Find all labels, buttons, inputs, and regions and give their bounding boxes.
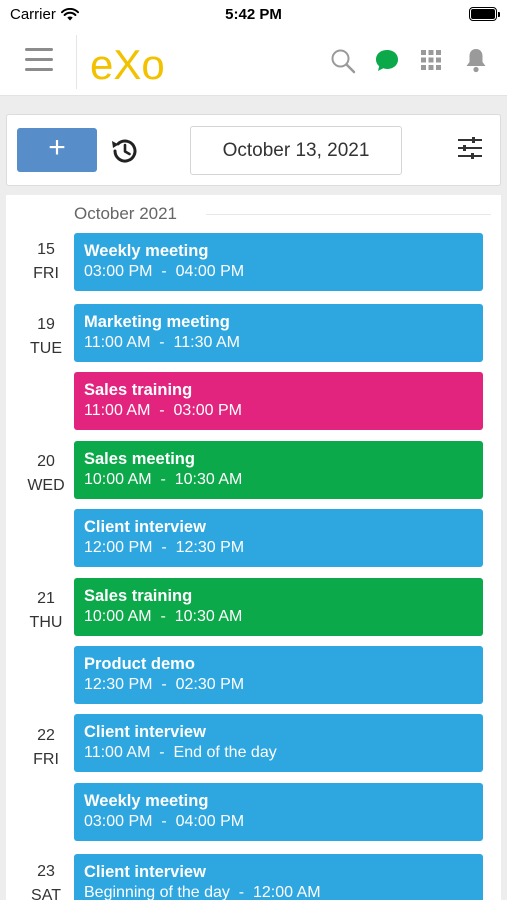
event-title: Client interview [84, 518, 206, 536]
day-name: FRI [33, 265, 59, 282]
logo-text: eXo [90, 41, 165, 86]
day-number: 20 [37, 453, 55, 470]
battery-icon [469, 7, 500, 21]
date-picker-button[interactable]: October 13, 2021 [190, 126, 402, 175]
event-title: Client interview [84, 863, 206, 881]
day-name: THU [29, 614, 63, 631]
month-divider [206, 214, 491, 215]
event-time: 11:00 AM - End of the day [84, 744, 277, 761]
exo-logo: eXo [90, 41, 165, 86]
day-name: SAT [31, 887, 61, 900]
event-title: Client interview [84, 723, 206, 741]
day-number: 21 [37, 590, 55, 607]
event-title: Marketing meeting [84, 313, 230, 331]
event-time: 11:00 AM - 11:30 AM [84, 334, 240, 351]
event-title: Product demo [84, 655, 195, 673]
day-number: 22 [37, 727, 55, 744]
event-card[interactable]: Sales training 11:00 AM - 03:00 PM [74, 372, 483, 430]
day-name: TUE [30, 340, 62, 357]
event-card[interactable]: Marketing meeting 11:00 AM - 11:30 AM [74, 304, 483, 362]
event-time: Beginning of the day - 12:00 AM [84, 884, 321, 900]
day-label: 23 SAT [18, 860, 74, 900]
event-card[interactable]: Sales training 10:00 AM - 10:30 AM [74, 578, 483, 636]
event-title: Sales training [84, 381, 193, 399]
month-header: October 2021 [74, 204, 178, 223]
day-name: WED [27, 477, 65, 494]
event-card[interactable]: Sales meeting 10:00 AM - 10:30 AM [74, 441, 483, 499]
app-header: eXo [0, 30, 507, 96]
event-time: 03:00 PM - 04:00 PM [84, 813, 245, 830]
calendar-toolbar: + October 13, 2021 [6, 114, 501, 186]
apps-grid-icon[interactable] [421, 50, 441, 70]
event-time: 10:00 AM - 10:30 AM [84, 608, 243, 625]
event-card[interactable]: Product demo 12:30 PM - 02:30 PM [74, 646, 483, 704]
day-name: FRI [33, 751, 59, 768]
event-time: 12:00 PM - 12:30 PM [84, 539, 245, 556]
day-label: 15 FRI [18, 238, 74, 286]
event-card[interactable]: Client interview Beginning of the day - … [74, 854, 483, 900]
event-title: Sales training [84, 587, 193, 605]
filter-icon[interactable] [456, 134, 484, 162]
day-label: 20 WED [18, 450, 74, 498]
event-card[interactable]: Client interview 12:00 PM - 12:30 PM [74, 509, 483, 567]
menu-icon[interactable] [25, 48, 53, 72]
event-title: Weekly meeting [84, 792, 209, 810]
day-label: 21 THU [18, 587, 74, 635]
chat-icon[interactable] [374, 48, 400, 74]
event-time: 11:00 AM - 03:00 PM [84, 402, 243, 419]
status-bar: Carrier 5:42 PM [0, 0, 507, 30]
event-title: Weekly meeting [84, 242, 209, 260]
bell-icon[interactable] [465, 48, 487, 73]
event-time: 10:00 AM - 10:30 AM [84, 471, 243, 488]
event-time: 03:00 PM - 04:00 PM [84, 263, 245, 280]
day-number: 15 [37, 241, 55, 258]
day-number: 23 [37, 863, 55, 880]
add-event-button[interactable]: + [17, 128, 97, 172]
day-number: 19 [37, 316, 55, 333]
event-card[interactable]: Client interview 11:00 AM - End of the d… [74, 714, 483, 772]
day-label: 19 TUE [18, 313, 74, 361]
event-time: 12:30 PM - 02:30 PM [84, 676, 245, 693]
header-divider [76, 35, 77, 89]
event-list: October 2021 15 FRI 19 TUE 20 WED 21 THU… [6, 195, 501, 900]
event-title: Sales meeting [84, 450, 195, 468]
search-icon[interactable] [330, 48, 356, 74]
day-label: 22 FRI [18, 724, 74, 772]
event-card[interactable]: Weekly meeting 03:00 PM - 04:00 PM [74, 783, 483, 841]
history-icon[interactable] [109, 135, 141, 167]
event-card[interactable]: Weekly meeting 03:00 PM - 04:00 PM [74, 233, 483, 291]
status-time: 5:42 PM [225, 6, 282, 23]
